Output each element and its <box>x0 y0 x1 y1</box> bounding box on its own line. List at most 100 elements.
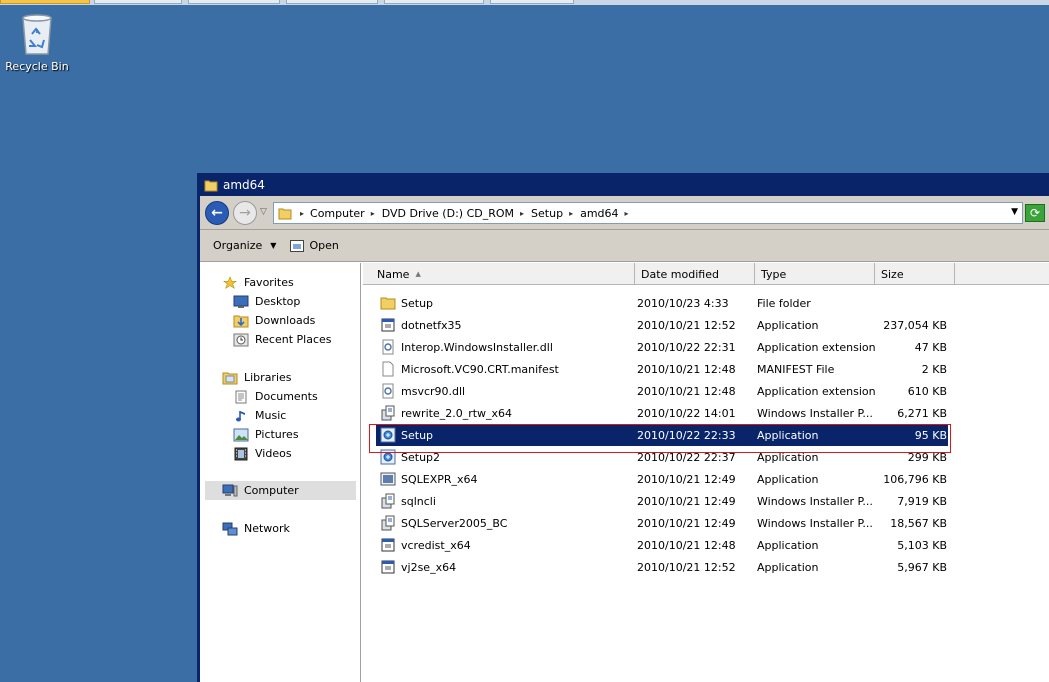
recycle-bin-label: Recycle Bin <box>5 60 69 73</box>
file-name-cell: rewrite_2.0_rtw_x64 <box>380 402 634 424</box>
table-row[interactable]: vj2se_x64 2010/10/21 12:52 Application 5,96… <box>376 556 948 578</box>
refresh-button[interactable]: ⟳ <box>1025 204 1045 222</box>
file-size-cell: 106,796 KB <box>883 472 947 486</box>
file-name-cell: sqlncli <box>380 490 634 512</box>
file-name-cell: SQLEXPR_x64 <box>380 468 634 490</box>
file-type-cell: Windows Installer P... <box>757 494 873 508</box>
organize-label: Organize <box>213 239 263 252</box>
nav-item-favorites[interactable]: Favorites <box>222 273 294 292</box>
taskbar-button[interactable] <box>188 0 280 4</box>
file-size-cell: 5,103 KB <box>897 538 947 552</box>
nav-label: Recent Places <box>255 333 332 346</box>
forward-button[interactable]: → <box>233 201 257 225</box>
nav-label: Pictures <box>255 428 299 441</box>
taskbar-button[interactable] <box>490 0 574 4</box>
organize-button[interactable]: Organize ▼ <box>213 239 276 252</box>
file-size-cell: 18,567 KB <box>890 516 947 530</box>
column-header-size[interactable]: Size <box>875 263 955 285</box>
table-row[interactable]: msvcr90.dll 2010/10/21 12:48 Application e… <box>376 380 948 402</box>
nav-item-pictures[interactable]: Pictures <box>233 425 299 444</box>
window-titlebar[interactable]: amd64 <box>200 174 1049 196</box>
nav-item-computer[interactable]: Computer <box>205 481 356 500</box>
file-date-cell: 2010/10/21 12:48 <box>637 538 736 552</box>
column-label: Size <box>881 267 904 281</box>
nav-item-network[interactable]: Network <box>222 519 290 538</box>
table-row[interactable]: Microsoft.VC90.CRT.manifest 2010/10/21 12… <box>376 358 948 380</box>
nav-label: Desktop <box>255 295 301 308</box>
file-type-cell: Application <box>757 560 819 574</box>
application-icon <box>381 318 395 332</box>
crumb-separator-icon: ▸ <box>624 208 629 218</box>
file-size-cell <box>877 292 947 314</box>
chevron-down-icon: ▼ <box>270 241 277 250</box>
arrow-left-icon: ← <box>211 205 223 221</box>
file-type-cell: File folder <box>757 296 811 310</box>
table-row[interactable]: Setup 2010/10/22 22:33 Application 95 KB <box>376 424 948 446</box>
table-row[interactable]: Setup 2010/10/23 4:33 File folder <box>376 292 948 314</box>
file-size-cell: 299 KB <box>907 450 947 464</box>
arrow-right-icon: → <box>239 205 251 221</box>
table-row[interactable]: Setup2 2010/10/22 22:37 Application 299 KB <box>376 446 948 468</box>
breadcrumb[interactable]: ▸ Computer ▸ DVD Drive (D:) CD_ROM ▸ Setup ▸… <box>273 202 1023 224</box>
nav-item-music[interactable]: Music <box>233 406 286 425</box>
recent-pages-dropdown[interactable]: ▽ <box>260 207 267 217</box>
address-dropdown-icon[interactable]: ▼ <box>1011 207 1018 217</box>
table-row[interactable]: rewrite_2.0_rtw_x64 2010/10/22 14:01 Windo… <box>376 402 948 424</box>
nav-item-libraries[interactable]: Libraries <box>222 368 292 387</box>
sql-app-icon <box>380 472 396 486</box>
taskbar-button[interactable] <box>0 0 90 4</box>
file-size-cell: 2 KB <box>921 362 947 376</box>
file-name: Microsoft.VC90.CRT.manifest <box>401 362 559 376</box>
table-row[interactable]: SQLServer2005_BC 2010/10/21 12:49 Windows … <box>376 512 948 534</box>
file-date-cell: 2010/10/22 22:37 <box>637 450 736 464</box>
file-size-cell: 610 KB <box>907 384 947 398</box>
nav-item-documents[interactable]: Documents <box>233 387 318 406</box>
table-row[interactable]: vcredist_x64 2010/10/21 12:48 Application 5… <box>376 534 948 556</box>
file-name-cell: msvcr90.dll <box>380 380 634 402</box>
table-row[interactable]: SQLEXPR_x64 2010/10/21 12:49 Application 10… <box>376 468 948 490</box>
file-name: sqlncli <box>401 494 436 508</box>
column-header-name[interactable]: Name ▲ <box>371 263 635 285</box>
taskbar-button[interactable] <box>384 0 484 4</box>
breadcrumb-item[interactable]: ▸ Computer ▸ <box>300 207 375 220</box>
column-header-date[interactable]: Date modified <box>635 263 755 285</box>
nav-label: Computer <box>244 484 299 497</box>
open-button[interactable]: Open <box>290 239 339 252</box>
breadcrumb-item[interactable]: Setup ▸ <box>531 207 573 220</box>
table-row[interactable]: Interop.WindowsInstaller.dll 2010/10/22 2… <box>376 336 948 358</box>
file-type-cell: MANIFEST File <box>757 362 835 376</box>
breadcrumb-item[interactable]: amd64 ▸ <box>580 207 628 220</box>
breadcrumb-item[interactable]: DVD Drive (D:) CD_ROM ▸ <box>382 207 524 220</box>
recycle-bin-desktop-icon[interactable]: Recycle Bin <box>4 12 70 73</box>
column-header-type[interactable]: Type <box>755 263 875 285</box>
breadcrumb-label: Setup <box>531 206 564 220</box>
navigation-pane: Favorites Desktop Downloads Recent Place… <box>200 263 361 682</box>
file-type-cell: Application extension <box>757 384 875 398</box>
open-icon <box>290 239 305 252</box>
crumb-separator-icon: ▸ <box>300 208 305 218</box>
breadcrumb-label: DVD Drive (D:) CD_ROM <box>381 206 515 220</box>
file-date-cell: 2010/10/21 12:52 <box>637 318 736 332</box>
desktop-icon <box>233 295 249 308</box>
taskbar-button[interactable] <box>286 0 378 4</box>
taskbar-button[interactable] <box>94 0 182 4</box>
table-row[interactable]: dotnetfx35 2010/10/21 12:52 Application 237… <box>376 314 948 336</box>
file-name-cell: Setup <box>380 292 634 314</box>
table-row[interactable]: sqlncli 2010/10/21 12:49 Windows Installer… <box>376 490 948 512</box>
nav-item-videos[interactable]: Videos <box>233 444 292 463</box>
file-name-cell: Setup2 <box>380 446 634 468</box>
nav-item-desktop[interactable]: Desktop <box>233 292 300 311</box>
file-type-cell: Windows Installer P... <box>757 516 873 530</box>
nav-item-recent-places[interactable]: Recent Places <box>233 330 332 349</box>
explorer-window: amd64 ← → ▽ ▸ Computer ▸ DVD Drive (D:) CD… <box>197 173 1049 682</box>
back-button[interactable]: ← <box>205 201 229 225</box>
file-name: msvcr90.dll <box>401 384 466 398</box>
file-name-cell: Setup <box>380 424 634 446</box>
nav-label: Libraries <box>244 371 292 384</box>
file-type-cell: Application <box>757 428 819 442</box>
pictures-icon <box>233 428 249 441</box>
nav-item-downloads[interactable]: Downloads <box>233 311 315 330</box>
installer-package-icon <box>381 405 395 421</box>
column-label: Name <box>377 267 410 281</box>
manifest-file-icon <box>382 361 394 377</box>
